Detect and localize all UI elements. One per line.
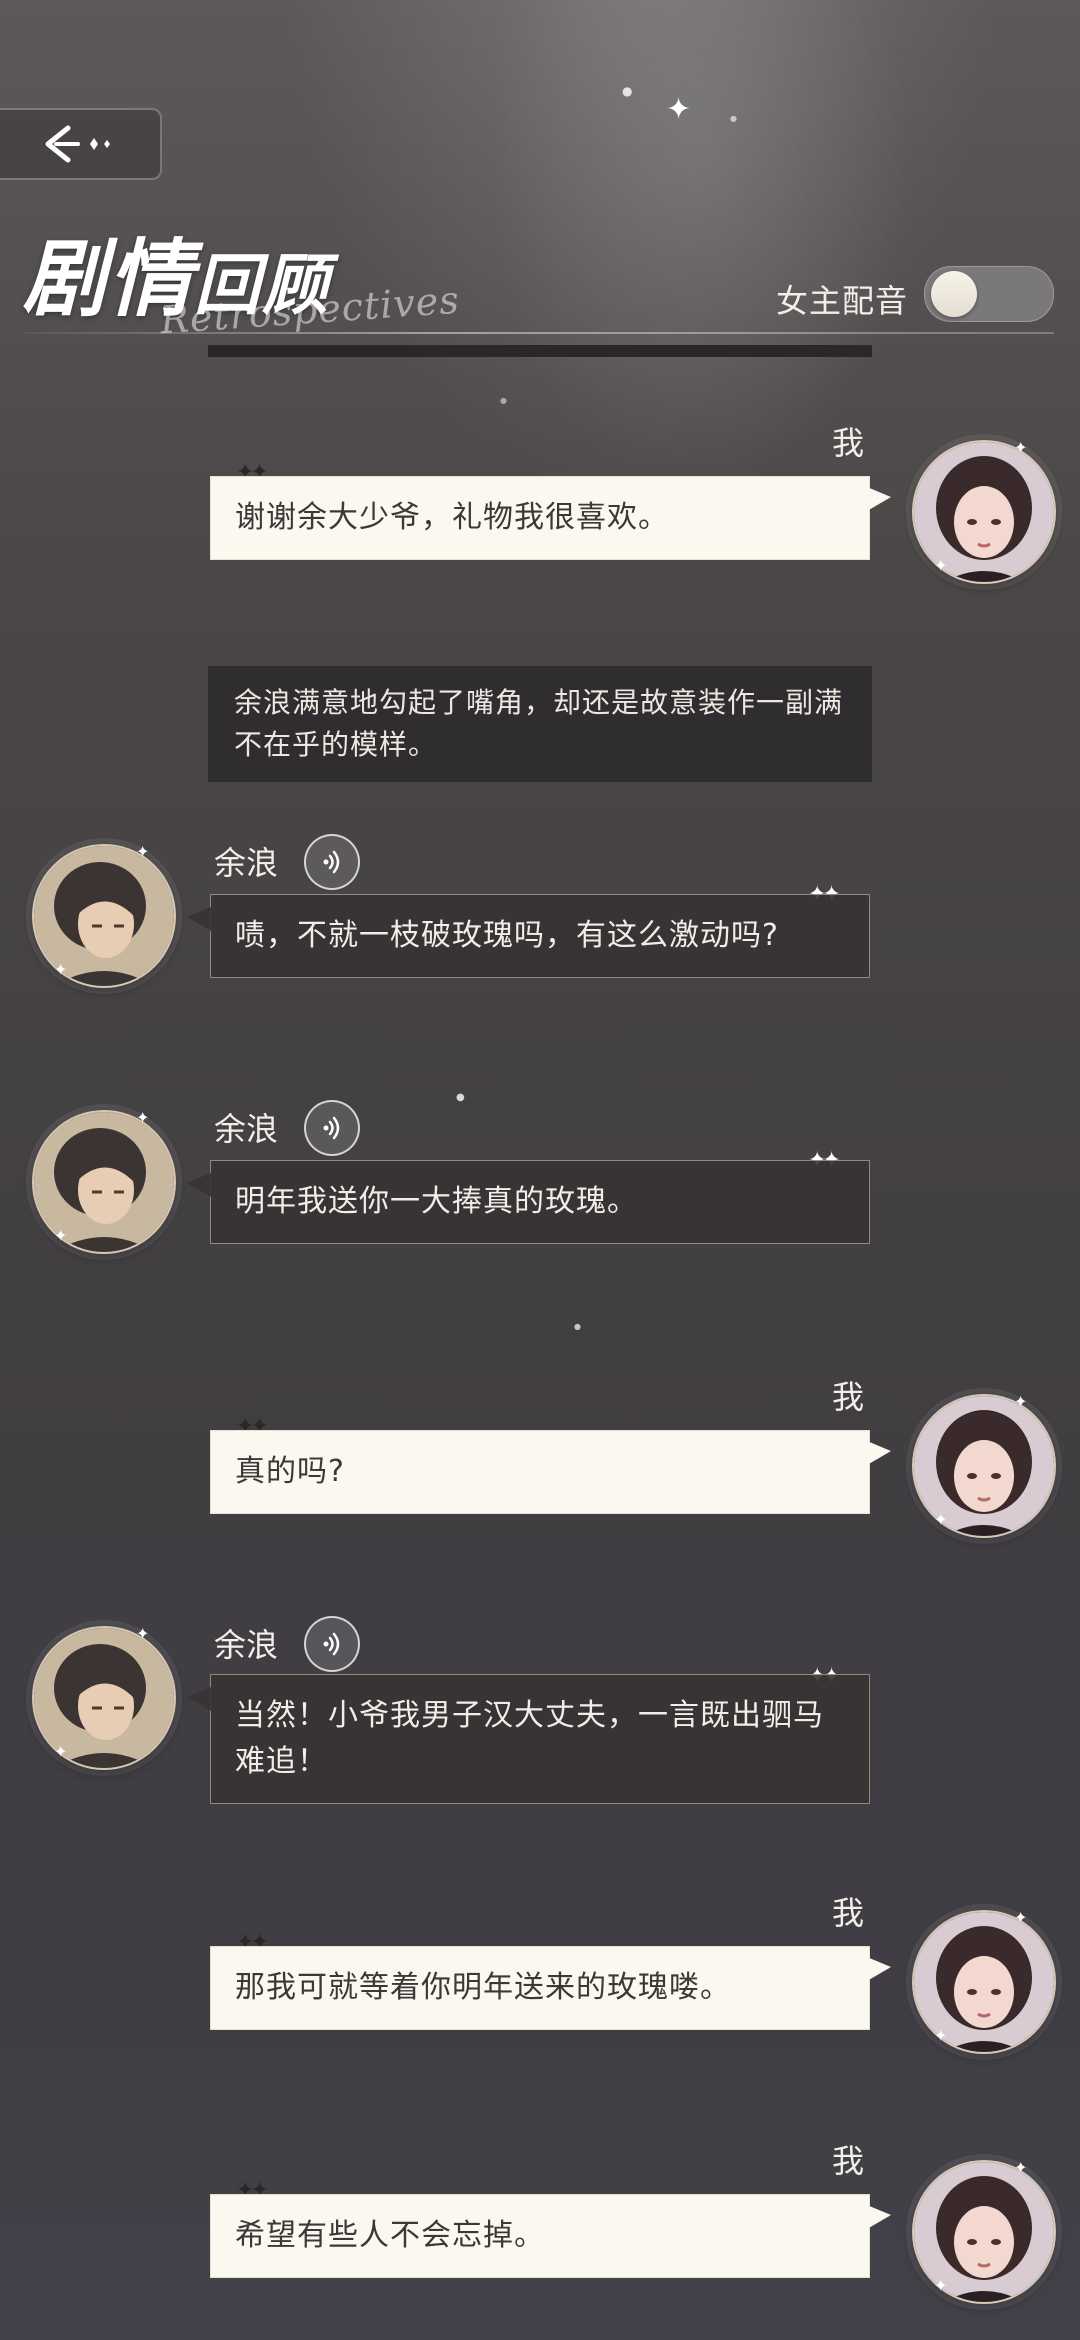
speaker-name-me: 我 [831,424,864,462]
sparkle-icon: ✦ [54,1226,68,1245]
header-divider [24,332,1054,334]
message-bubble-me: 真的吗? [210,1430,891,1514]
narration-text: 余浪满意地勾起了嘴角，却还是故意装作一副满不在乎的模样。 [208,666,872,782]
sparkle-icon: ✦ [1014,438,1028,457]
back-arrow-icon [45,125,110,163]
back-button[interactable] [0,108,162,180]
sparkle-icon: ✦ [136,842,150,861]
sparkle-icon: ✦ [1014,1392,1028,1411]
sparkle-decoration: ● [574,1322,581,1331]
sparkle-icon: ✦ [1014,1908,1028,1927]
sound-wave-icon [323,850,340,874]
message-bubble-me: 希望有些人不会忘掉。 [210,2194,891,2278]
sparkle-icon: ✦ [934,556,948,575]
sparkle-decoration: ● [500,396,507,405]
sparkle-icon: ✦ [136,1108,150,1127]
sparkle-icon: ✦ [934,2276,948,2295]
voice-toggle-label: 女主配音 [775,282,908,320]
sound-wave-icon [323,1632,340,1656]
play-voice-button[interactable] [304,1616,360,1672]
sparkle-icon: ✦ [934,1510,948,1529]
sparkle-icon: ✦ [54,960,68,979]
speaker-name-me: 我 [831,1894,864,1932]
sparkle-icon: ✦ [136,1624,150,1643]
speaker-name-me: 我 [831,2142,864,2180]
speaker-name-yu-lang: 余浪 [214,1110,279,1148]
header-dark-bar [208,345,872,357]
sparkle-decoration: ● [456,1092,465,1103]
sound-wave-icon [323,1116,340,1140]
sparkle-decoration: ✦ [666,92,692,127]
speaker-name-yu-lang: 余浪 [214,1626,279,1664]
speaker-name-yu-lang: 余浪 [214,844,279,882]
sparkle-decoration: ● [730,114,737,123]
voice-toggle[interactable] [924,266,1054,322]
sparkle-decoration: ● [622,84,633,98]
voice-toggle-knob[interactable] [931,271,977,317]
play-voice-button[interactable] [304,1100,360,1156]
message-bubble-yu-lang: 当然！小爷我男子汉大丈夫，一言既出驷马难追！ [187,1674,870,1804]
sparkle-icon: ✦ [934,2026,948,2045]
speaker-name-me: 我 [831,1378,864,1416]
sparkle-icon: ✦ [1014,2158,1028,2177]
message-bubble-yu-lang: 明年我送你一大捧真的玫瑰。 [187,1160,870,1244]
message-bubble-yu-lang: 啧，不就一枝破玫瑰吗，有这么激动吗? [187,894,870,978]
play-voice-button[interactable] [304,834,360,890]
message-bubble-me: 那我可就等着你明年送来的玫瑰喽。 [210,1946,891,2030]
message-bubble-me: 谢谢余大少爷，礼物我很喜欢。 [210,476,891,560]
sparkle-icon: ✦ [54,1742,68,1761]
